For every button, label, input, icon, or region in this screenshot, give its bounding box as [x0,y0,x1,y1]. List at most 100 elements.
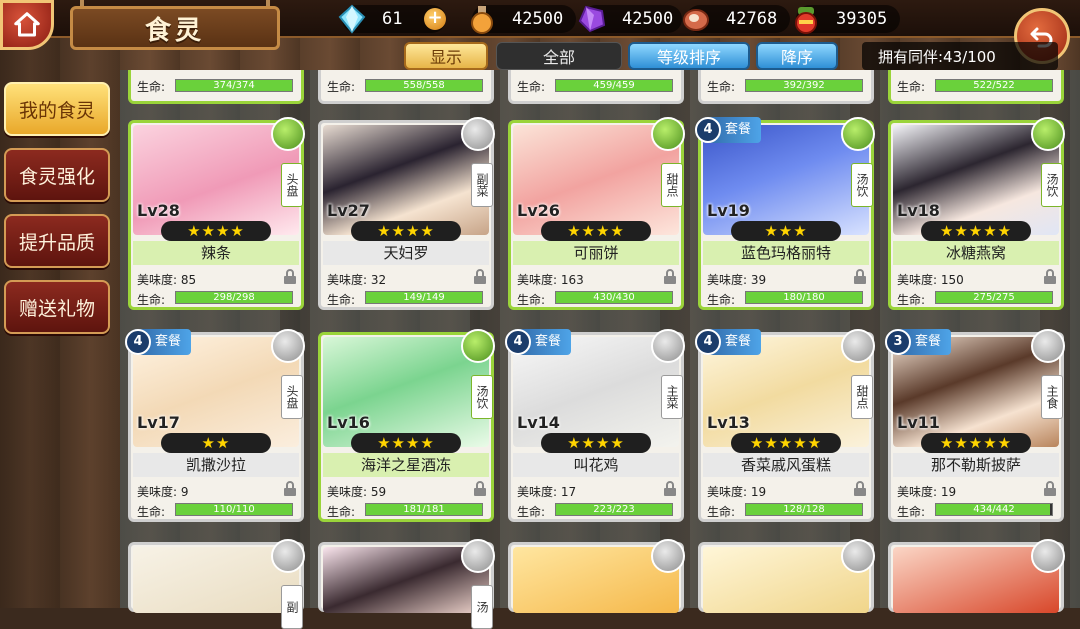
set-meal-badge: 4 套餐 [695,329,762,355]
resource-bag: 39305 [795,5,900,34]
level-label: Lv28 [137,201,180,220]
category-tag: 甜点 [661,163,683,207]
star-rating: ★★★★ [541,221,651,241]
set-meal-badge: 3 套餐 [885,329,952,355]
home-icon [14,12,40,37]
level-label: Lv19 [707,201,750,220]
add-crystal-button[interactable]: + [424,8,446,30]
taste-row: 美味度: 163 [517,273,584,287]
hp-bar: 374/374 [175,79,293,92]
soup-icon [461,329,495,363]
card-partial[interactable]: 生命: 374/374 [128,70,304,104]
level-label: Lv14 [517,413,560,432]
soup-icon [461,539,495,573]
taste-row: 美味度: 19 [897,485,957,499]
category-tag: 汤饮 [471,375,493,419]
lock-icon[interactable] [663,481,677,497]
food-soul-card[interactable]: 汤饮 Lv18 ★★★★★ 冰糖燕窝 美味度: 150 生命: 275/275 [888,117,1065,310]
character-name: 蓝色玛格丽特 [703,241,869,265]
star-rating: ★★★★ [161,221,271,241]
fork-icon [271,539,305,573]
food-soul-card[interactable]: 副 [128,539,305,629]
level-label: Lv16 [327,413,370,432]
taste-row: 美味度: 150 [897,273,964,287]
hp-bar: 459/459 [555,79,673,92]
plate-icon [271,329,305,363]
food-soul-card[interactable]: 4 套餐 汤饮 Lv19 ★★★ 蓝色玛格丽特 美味度: 39 生命: 180/1… [695,117,875,310]
hp-bar: 223/223 [555,503,673,516]
lock-icon[interactable] [473,481,487,497]
category-tag: 头盘 [281,163,303,207]
lock-icon[interactable] [853,481,867,497]
star-rating: ★★★★★ [731,433,841,453]
lock-icon[interactable] [663,269,677,285]
food-soul-card[interactable]: 4 套餐 主菜 Lv14 ★★★★ 叫花鸡 美味度: 17 生命: 223/223 [505,329,685,522]
menu-my-food-souls[interactable]: 我的食灵 [4,82,110,136]
soup-icon [841,117,875,151]
lock-icon[interactable] [1043,269,1057,285]
level-label: Lv11 [897,413,940,432]
level-label: Lv17 [137,413,180,432]
menu-give-gift[interactable]: 赠送礼物 [4,280,110,334]
lock-icon[interactable] [283,481,297,497]
food-soul-card[interactable] [508,539,685,613]
star-rating: ★★ [161,433,271,453]
category-tag: 副 [281,585,303,629]
set-meal-badge: 4 套餐 [505,329,572,355]
crystal-icon [338,4,366,34]
bowl-icon [841,539,875,573]
category-filter-all[interactable]: 全部 [496,42,622,70]
taste-row: 美味度: 59 [327,485,387,499]
category-tag: 头盘 [281,375,303,419]
card-partial[interactable]: 生命: 522/522 [888,70,1064,104]
hp-bar: 298/298 [175,291,293,304]
menu-enhance[interactable]: 食灵强化 [4,148,110,202]
taste-row: 美味度: 32 [327,273,387,287]
taste-row: 美味度: 85 [137,273,197,287]
food-soul-card[interactable]: 汤饮 Lv16 ★★★★ 海洋之星酒冻 美味度: 59 生命: 181/181 [318,329,495,522]
set-meal-badge: 4 套餐 [695,117,762,143]
character-name: 辣条 [133,241,299,265]
star-rating: ★★★★ [541,433,651,453]
resource-potion: 42500 [471,5,576,34]
owned-count: 拥有同伴:43/100 [862,42,1058,70]
hp-bar: 392/392 [745,79,863,92]
lock-icon[interactable] [853,269,867,285]
food-soul-card[interactable]: 汤 [318,539,495,629]
food-soul-card[interactable]: 甜点 Lv26 ★★★★ 可丽饼 美味度: 163 生命: 430/430 [508,117,685,310]
hp-bar: 149/149 [365,291,483,304]
card-partial[interactable]: 生命: 459/459 [508,70,684,104]
star-rating: ★★★★★ [921,221,1031,241]
lock-icon[interactable] [283,269,297,285]
lock-icon[interactable] [1043,481,1057,497]
food-soul-card[interactable]: 头盘 Lv28 ★★★★ 辣条 美味度: 85 生命: 298/298 [128,117,305,310]
card-partial[interactable]: 生命: 392/392 [698,70,874,104]
food-soul-card[interactable]: 3 套餐 主食 Lv11 ★★★★★ 那不勒斯披萨 美味度: 19 生命: 434… [885,329,1065,522]
set-meal-badge: 4 套餐 [125,329,192,355]
resource-gem: 42500 [578,5,682,33]
taste-row: 美味度: 9 [137,485,189,499]
category-tag: 主食 [1041,375,1063,419]
hp-bar: 180/180 [745,291,863,304]
food-soul-card[interactable]: 4 套餐 甜点 Lv13 ★★★★★ 香菜戚风蛋糕 美味度: 19 生命: 128… [695,329,875,522]
menu-upgrade-quality[interactable]: 提升品质 [4,214,110,268]
category-tag: 汤饮 [1041,163,1063,207]
food-soul-card[interactable] [888,539,1065,613]
home-button[interactable] [0,0,54,50]
sort-level-button[interactable]: 等级排序 [628,42,750,70]
display-filter-button[interactable]: 显示 [404,42,488,70]
food-soul-card[interactable]: 4 套餐 头盘 Lv17 ★★ 凯撒沙拉 美味度: 9 生命: 110/110 [125,329,305,522]
sort-order-button[interactable]: 降序 [756,42,838,70]
card-partial[interactable]: 生命: 558/558 [318,70,494,104]
food-soul-card[interactable] [698,539,875,613]
dessert-icon [651,117,685,151]
food-soul-card[interactable]: 副菜 Lv27 ★★★★ 天妇罗 美味度: 32 生命: 149/149 [318,117,495,310]
lock-icon[interactable] [473,269,487,285]
dessert-icon [841,329,875,363]
bowl-icon [651,539,685,573]
level-label: Lv13 [707,413,750,432]
character-name: 可丽饼 [513,241,679,265]
hp-bar: 522/522 [935,79,1053,92]
character-name: 凯撒沙拉 [133,453,299,477]
hp-bar: 110/110 [175,503,293,516]
